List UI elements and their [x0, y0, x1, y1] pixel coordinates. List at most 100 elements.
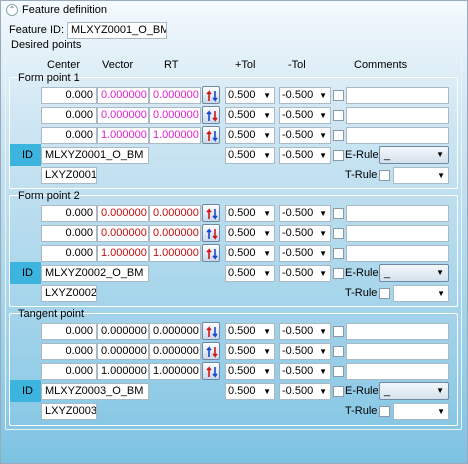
feature-definition-header[interactable]: ⌃ Feature definition	[6, 3, 107, 17]
row-checkbox[interactable]	[333, 110, 344, 121]
vector-field[interactable]: 0.000000	[97, 107, 149, 124]
label-field[interactable]: LXYZ0001	[41, 167, 97, 184]
center-field[interactable]: 0.000	[41, 363, 97, 380]
center-field[interactable]: 0.000	[41, 343, 97, 360]
comment-field[interactable]	[346, 205, 449, 222]
minus-tol-dropdown[interactable]: -0.500 ▼	[279, 225, 331, 242]
flip-direction-icon[interactable]	[202, 86, 220, 104]
plus-tol-dropdown[interactable]: 0.500 ▼	[225, 107, 275, 124]
plus-tol-dropdown[interactable]: 0.500 ▼	[225, 225, 275, 242]
flip-direction-icon[interactable]	[202, 224, 220, 242]
minus-tol-dropdown[interactable]: -0.500 ▼	[279, 323, 331, 340]
row-checkbox[interactable]	[333, 326, 344, 337]
feature-id-field[interactable]: MLXYZ0001_O_BM	[67, 22, 167, 39]
e-rule-checkbox[interactable]	[333, 386, 344, 397]
rt-field[interactable]: 0.000000	[149, 107, 201, 124]
plus-tol-dropdown[interactable]: 0.500 ▼	[225, 87, 275, 104]
rt-field[interactable]: 1.000000	[149, 245, 201, 262]
id-field[interactable]: MLXYZ0003_O_BM	[41, 383, 149, 400]
flip-direction-icon[interactable]	[202, 106, 220, 124]
plus-tol-dropdown[interactable]: 0.500 ▼	[225, 147, 275, 164]
flip-direction-icon[interactable]	[202, 244, 220, 262]
flip-direction-icon[interactable]	[202, 362, 220, 380]
t-rule-dropdown[interactable]: ▼	[393, 167, 449, 184]
rt-field[interactable]: 0.000000	[149, 323, 201, 340]
flip-direction-icon[interactable]	[202, 322, 220, 340]
label-field[interactable]: LXYZ0003	[41, 403, 97, 420]
row-checkbox[interactable]	[333, 248, 344, 259]
rt-field[interactable]: 1.000000	[149, 363, 201, 380]
comment-field[interactable]	[346, 363, 449, 380]
minus-tol-dropdown[interactable]: -0.500 ▼	[279, 205, 331, 222]
row-checkbox[interactable]	[333, 208, 344, 219]
vector-field[interactable]: 0.000000	[97, 343, 149, 360]
minus-tol-dropdown[interactable]: -0.500 ▼	[279, 107, 331, 124]
center-field[interactable]: 0.000	[41, 205, 97, 222]
rt-field[interactable]: 0.000000	[149, 87, 201, 104]
vector-field[interactable]: 1.000000	[97, 127, 149, 144]
t-rule-checkbox[interactable]	[379, 170, 390, 181]
rt-field[interactable]: 1.000000	[149, 127, 201, 144]
vector-field[interactable]: 0.000000	[97, 205, 149, 222]
comment-field[interactable]	[346, 245, 449, 262]
id-field[interactable]: MLXYZ0001_O_BM	[41, 147, 149, 164]
comment-field[interactable]	[346, 225, 449, 242]
plus-tol-dropdown[interactable]: 0.500 ▼	[225, 127, 275, 144]
vector-field[interactable]: 0.000000	[97, 323, 149, 340]
chevron-up-icon[interactable]: ⌃	[6, 4, 18, 16]
row-checkbox[interactable]	[333, 366, 344, 377]
minus-tol-dropdown[interactable]: -0.500 ▼	[279, 127, 331, 144]
plus-tol-dropdown[interactable]: 0.500 ▼	[225, 323, 275, 340]
comment-field[interactable]	[346, 127, 449, 144]
vector-field[interactable]: 1.000000	[97, 363, 149, 380]
comment-field[interactable]	[346, 343, 449, 360]
e-rule-dropdown[interactable]: _ ▼	[379, 264, 449, 282]
plus-tol-dropdown[interactable]: 0.500 ▼	[225, 343, 275, 360]
vector-field[interactable]: 0.000000	[97, 87, 149, 104]
flip-direction-icon[interactable]	[202, 204, 220, 222]
t-rule-checkbox[interactable]	[379, 288, 390, 299]
plus-tol-dropdown[interactable]: 0.500 ▼	[225, 205, 275, 222]
plus-tol-dropdown[interactable]: 0.500 ▼	[225, 245, 275, 262]
row-checkbox[interactable]	[333, 346, 344, 357]
minus-tol-dropdown[interactable]: -0.500 ▼	[279, 343, 331, 360]
center-field[interactable]: 0.000	[41, 127, 97, 144]
flip-direction-icon[interactable]	[202, 342, 220, 360]
comment-field[interactable]	[346, 323, 449, 340]
row-checkbox[interactable]	[333, 90, 344, 101]
center-field[interactable]: 0.000	[41, 323, 97, 340]
row-checkbox[interactable]	[333, 130, 344, 141]
t-rule-dropdown[interactable]: ▼	[393, 285, 449, 302]
rt-field[interactable]: 0.000000	[149, 343, 201, 360]
id-field[interactable]: MLXYZ0002_O_BM	[41, 265, 149, 282]
e-rule-value: _	[384, 267, 391, 279]
minus-tol-dropdown[interactable]: -0.500 ▼	[279, 383, 331, 400]
t-rule-checkbox[interactable]	[379, 406, 390, 417]
comment-field[interactable]	[346, 107, 449, 124]
e-rule-checkbox[interactable]	[333, 150, 344, 161]
plus-tol-dropdown[interactable]: 0.500 ▼	[225, 383, 275, 400]
t-rule-dropdown[interactable]: ▼	[393, 403, 449, 420]
row-checkbox[interactable]	[333, 228, 344, 239]
minus-tol-dropdown[interactable]: -0.500 ▼	[279, 363, 331, 380]
plus-tol-dropdown[interactable]: 0.500 ▼	[225, 363, 275, 380]
vector-field[interactable]: 0.000000	[97, 225, 149, 242]
comment-field[interactable]	[346, 87, 449, 104]
minus-tol-dropdown[interactable]: -0.500 ▼	[279, 245, 331, 262]
plus-tol-dropdown[interactable]: 0.500 ▼	[225, 265, 275, 282]
vector-field[interactable]: 1.000000	[97, 245, 149, 262]
center-field[interactable]: 0.000	[41, 87, 97, 104]
rt-field[interactable]: 0.000000	[149, 225, 201, 242]
center-field[interactable]: 0.000	[41, 245, 97, 262]
label-field[interactable]: LXYZ0002	[41, 285, 97, 302]
minus-tol-dropdown[interactable]: -0.500 ▼	[279, 147, 331, 164]
e-rule-dropdown[interactable]: _ ▼	[379, 382, 449, 400]
e-rule-dropdown[interactable]: _ ▼	[379, 146, 449, 164]
minus-tol-dropdown[interactable]: -0.500 ▼	[279, 265, 331, 282]
center-field[interactable]: 0.000	[41, 225, 97, 242]
rt-field[interactable]: 0.000000	[149, 205, 201, 222]
center-field[interactable]: 0.000	[41, 107, 97, 124]
minus-tol-dropdown[interactable]: -0.500 ▼	[279, 87, 331, 104]
e-rule-checkbox[interactable]	[333, 268, 344, 279]
flip-direction-icon[interactable]	[202, 126, 220, 144]
